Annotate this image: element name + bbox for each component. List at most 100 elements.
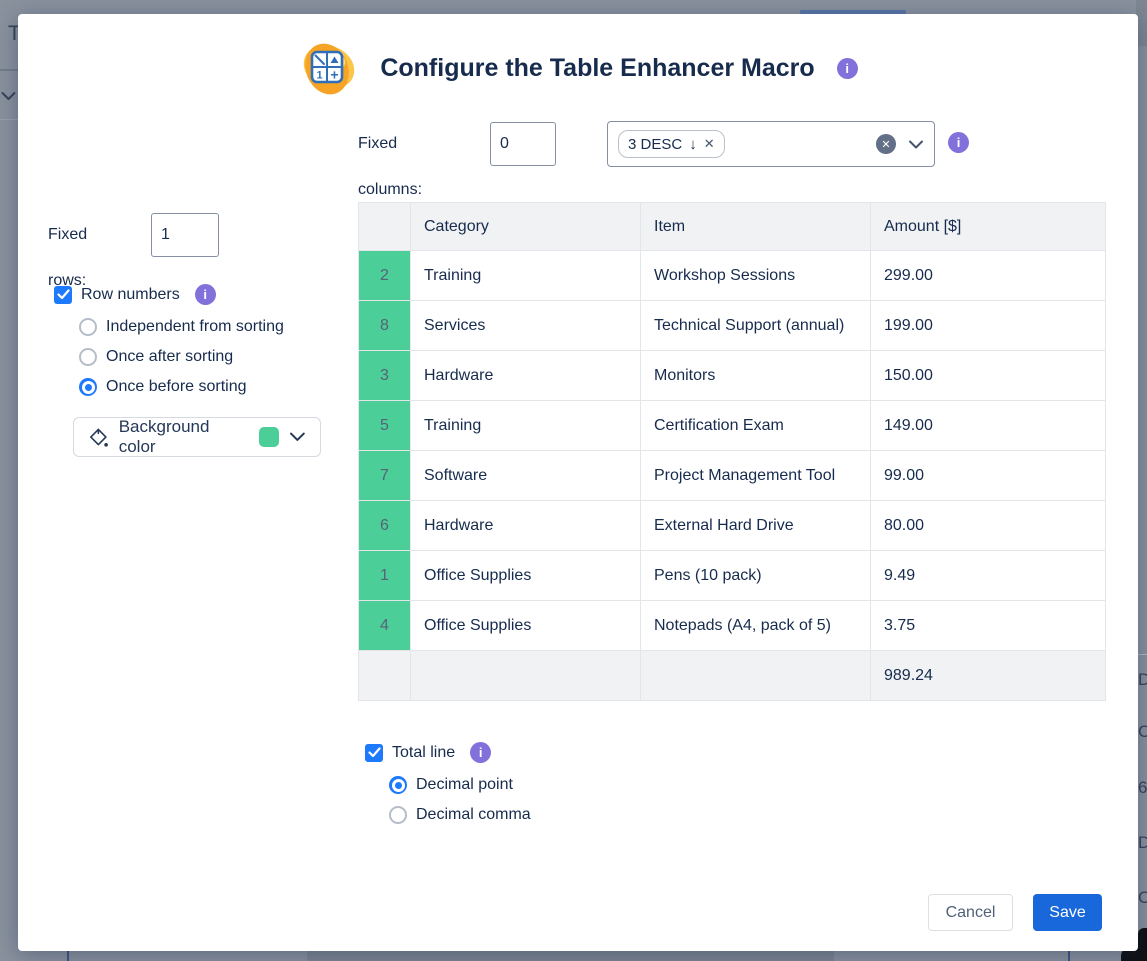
category-cell: Office Supplies (411, 601, 641, 651)
radio-icon[interactable] (79, 348, 97, 366)
paint-bucket-icon (88, 427, 109, 448)
radio-icon[interactable] (389, 806, 407, 824)
table-row: 4 Office Supplies Notepads (A4, pack of … (359, 601, 1106, 651)
select-clear-icon[interactable]: ✕ (876, 134, 896, 154)
table-row: 2 Training Workshop Sessions 299.00 (359, 251, 1106, 301)
row-number-cell: 5 (359, 401, 411, 451)
total-empty-cell (411, 651, 641, 701)
category-cell: Hardware (411, 351, 641, 401)
chevron-down-icon (289, 432, 306, 442)
check-icon (368, 747, 381, 758)
background-border-fragment (67, 950, 69, 961)
text-fragment: D (1138, 833, 1147, 853)
item-cell: Notepads (A4, pack of 5) (641, 601, 871, 651)
chevron-down-icon (1, 88, 16, 106)
row-number-cell: 3 (359, 351, 411, 401)
fixed-columns-label: Fixed columns: (358, 121, 422, 213)
table-enhancer-macro-icon: 1 + (298, 38, 358, 98)
row-numbers-checkbox-row[interactable]: Row numbers i (54, 284, 216, 305)
item-cell: External Hard Drive (641, 501, 871, 551)
item-cell: Project Management Tool (641, 451, 871, 501)
background-table-fragment (307, 951, 834, 961)
row-number-cell: 2 (359, 251, 411, 301)
category-cell: Software (411, 451, 641, 501)
background-text-fragments: D C 6 D C (1138, 600, 1147, 930)
table-total-row: 989.24 (359, 651, 1106, 701)
sort-columns-select[interactable]: 3 DESC ↓ ✕ ✕ (607, 121, 935, 167)
header-cell-category: Category (411, 203, 641, 251)
header-cell-amount: Amount [$] (871, 203, 1106, 251)
row-numbers-label: Row numbers (81, 286, 180, 304)
amount-cell: 149.00 (871, 401, 1106, 451)
category-cell: Hardware (411, 501, 641, 551)
header-cell-item: Item (641, 203, 871, 251)
svg-text:1: 1 (317, 70, 323, 82)
table-row: 8 Services Technical Support (annual) 19… (359, 301, 1106, 351)
radio-icon[interactable] (389, 776, 407, 794)
background-divider (0, 69, 18, 71)
background-color-label: Background color (119, 417, 250, 457)
amount-cell: 199.00 (871, 301, 1106, 351)
radio-independent-from-sorting[interactable]: Independent from sorting (79, 318, 284, 336)
item-cell: Workshop Sessions (641, 251, 871, 301)
total-line-checkbox[interactable] (365, 744, 383, 762)
select-chevron-down-icon[interactable] (908, 140, 924, 149)
header-cell-rownum (359, 203, 411, 251)
row-numbers-info-icon[interactable]: i (195, 284, 216, 305)
total-empty-cell (641, 651, 871, 701)
sort-desc-arrow-icon: ↓ (689, 136, 697, 153)
radio-label: Once after sorting (106, 348, 233, 366)
item-cell: Pens (10 pack) (641, 551, 871, 601)
radio-once-after-sorting[interactable]: Once after sorting (79, 348, 233, 366)
row-number-cell: 1 (359, 551, 411, 601)
amount-cell: 99.00 (871, 451, 1106, 501)
total-line-label: Total line (392, 744, 455, 762)
chip-remove-icon[interactable]: ✕ (704, 136, 715, 152)
cancel-button[interactable]: Cancel (928, 894, 1013, 931)
table-row: 5 Training Certification Exam 149.00 (359, 401, 1106, 451)
save-button[interactable]: Save (1033, 894, 1102, 931)
amount-cell: 150.00 (871, 351, 1106, 401)
category-cell: Training (411, 401, 641, 451)
total-line-info-icon[interactable]: i (470, 742, 491, 763)
category-cell: Office Supplies (411, 551, 641, 601)
radio-decimal-comma[interactable]: Decimal comma (389, 806, 531, 824)
radio-label: Decimal point (416, 776, 513, 794)
amount-cell: 9.49 (871, 551, 1106, 601)
item-cell: Technical Support (annual) (641, 301, 871, 351)
background-color-button[interactable]: Background color (73, 417, 321, 457)
category-cell: Services (411, 301, 641, 351)
sort-chip-label: 3 DESC (628, 136, 682, 153)
row-number-cell: 6 (359, 501, 411, 551)
radio-once-before-sorting[interactable]: Once before sorting (79, 378, 247, 396)
total-amount-cell: 989.24 (871, 651, 1106, 701)
row-numbers-checkbox[interactable] (54, 286, 72, 304)
table-header-row: Category Item Amount [$] (359, 203, 1106, 251)
fixed-columns-input[interactable] (490, 122, 556, 166)
fixed-columns-info-icon[interactable]: i (948, 132, 969, 153)
table-row: 3 Hardware Monitors 150.00 (359, 351, 1106, 401)
dialog-header: 1 + Configure the Table Enhancer Macro i (18, 38, 1138, 98)
amount-cell: 3.75 (871, 601, 1106, 651)
text-fragment: 6 (1138, 778, 1147, 798)
row-number-cell: 7 (359, 451, 411, 501)
table-row: 6 Hardware External Hard Drive 80.00 (359, 501, 1106, 551)
amount-cell: 299.00 (871, 251, 1106, 301)
radio-decimal-point[interactable]: Decimal point (389, 776, 513, 794)
radio-icon[interactable] (79, 318, 97, 336)
radio-icon[interactable] (79, 378, 97, 396)
check-icon (57, 289, 70, 300)
title-info-icon[interactable]: i (837, 58, 858, 79)
amount-cell: 80.00 (871, 501, 1106, 551)
macro-config-dialog: 1 + Configure the Table Enhancer Macro i… (18, 14, 1138, 951)
category-cell: Training (411, 251, 641, 301)
text-fragment: D (1138, 670, 1147, 690)
table-row: 1 Office Supplies Pens (10 pack) 9.49 (359, 551, 1106, 601)
text-fragment: C (1138, 888, 1147, 908)
radio-label: Once before sorting (106, 378, 247, 396)
color-swatch[interactable] (259, 427, 279, 447)
total-line-checkbox-row[interactable]: Total line i (365, 742, 491, 763)
preview-table: Category Item Amount [$] 2 Training Work… (358, 202, 1106, 701)
table-row: 7 Software Project Management Tool 99.00 (359, 451, 1106, 501)
fixed-rows-input[interactable] (151, 213, 219, 257)
